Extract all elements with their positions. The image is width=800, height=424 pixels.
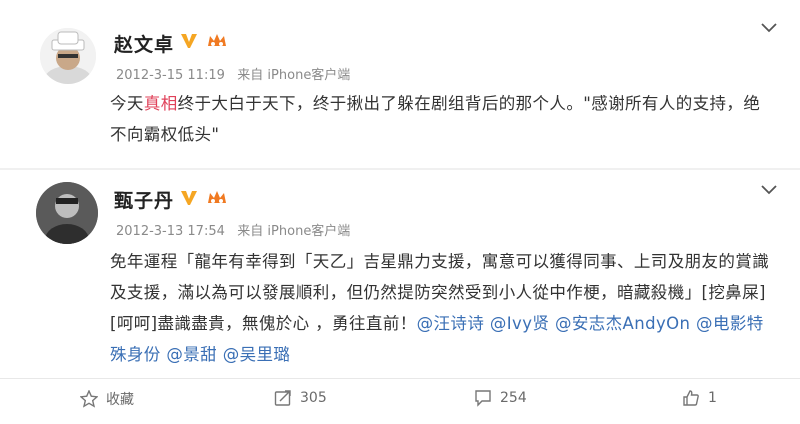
repost-icon [274,390,291,406]
comment-count: 254 [500,390,527,406]
author-name[interactable]: 赵文卓 [114,30,174,57]
post-text: 免年運程「龍年有幸得到「天乙」吉星鼎力支援，寓意可以獲得同事、上司及朋友的賞識及… [110,252,770,364]
mention-link[interactable]: @汪诗诗 [417,314,485,333]
post-meta: 2012-3-13 17:54 来自 iPhone客户端 [116,220,350,239]
highlight-text: 真相 [143,94,178,113]
like-button[interactable]: 1 [682,389,717,407]
comment-icon [475,390,491,407]
favorite-button[interactable]: 收藏 [80,389,134,409]
thumbs-up-icon [683,390,699,406]
repost-button[interactable]: 305 [274,389,327,407]
mention-link[interactable]: @吴里璐 [223,345,291,364]
post-meta: 2012-3-15 11:19 来自 iPhone客户端 [116,64,350,83]
mention-link[interactable]: @Ivy贤 [490,314,549,333]
star-icon [80,390,98,408]
like-count: 1 [708,390,717,406]
chevron-down-icon[interactable] [760,184,778,196]
post-source: 来自 iPhone客户端 [237,224,351,239]
post-timestamp: 2012-3-15 11:19 [116,68,225,83]
author-name[interactable]: 甄子丹 [114,186,174,213]
vip-crown-icon [208,191,226,203]
weibo-post-1: 赵文卓 2012-3-15 11:19 来自 iPhone客户端 今天真相终于大… [0,0,800,168]
comment-button[interactable]: 254 [474,389,527,407]
post-text: 今天真相终于大白于天下，终于揪出了躲在剧组背后的那个人。"感谢所有人的支持，绝不… [110,94,761,144]
post-timestamp: 2012-3-13 17:54 [116,224,225,239]
mention-link[interactable]: @景甜 [166,345,217,364]
weibo-post-2: 甄子丹 2012-3-13 17:54 来自 iPhone客户端 免年運程「龍年… [0,170,800,366]
post-action-toolbar: 收藏 305 254 1 [0,378,800,424]
mention-link[interactable]: @安志杰AndyOn [555,314,690,333]
avatar-man-white-hat-icon[interactable] [40,28,96,84]
favorite-label: 收藏 [106,392,134,408]
repost-count: 305 [300,390,327,406]
verified-v-icon [181,191,197,205]
verified-v-icon [181,34,197,48]
chevron-down-icon[interactable] [760,22,778,34]
post-source: 来自 iPhone客户端 [237,68,351,83]
avatar-man-dark-icon[interactable] [36,182,98,244]
vip-crown-icon [208,34,226,46]
